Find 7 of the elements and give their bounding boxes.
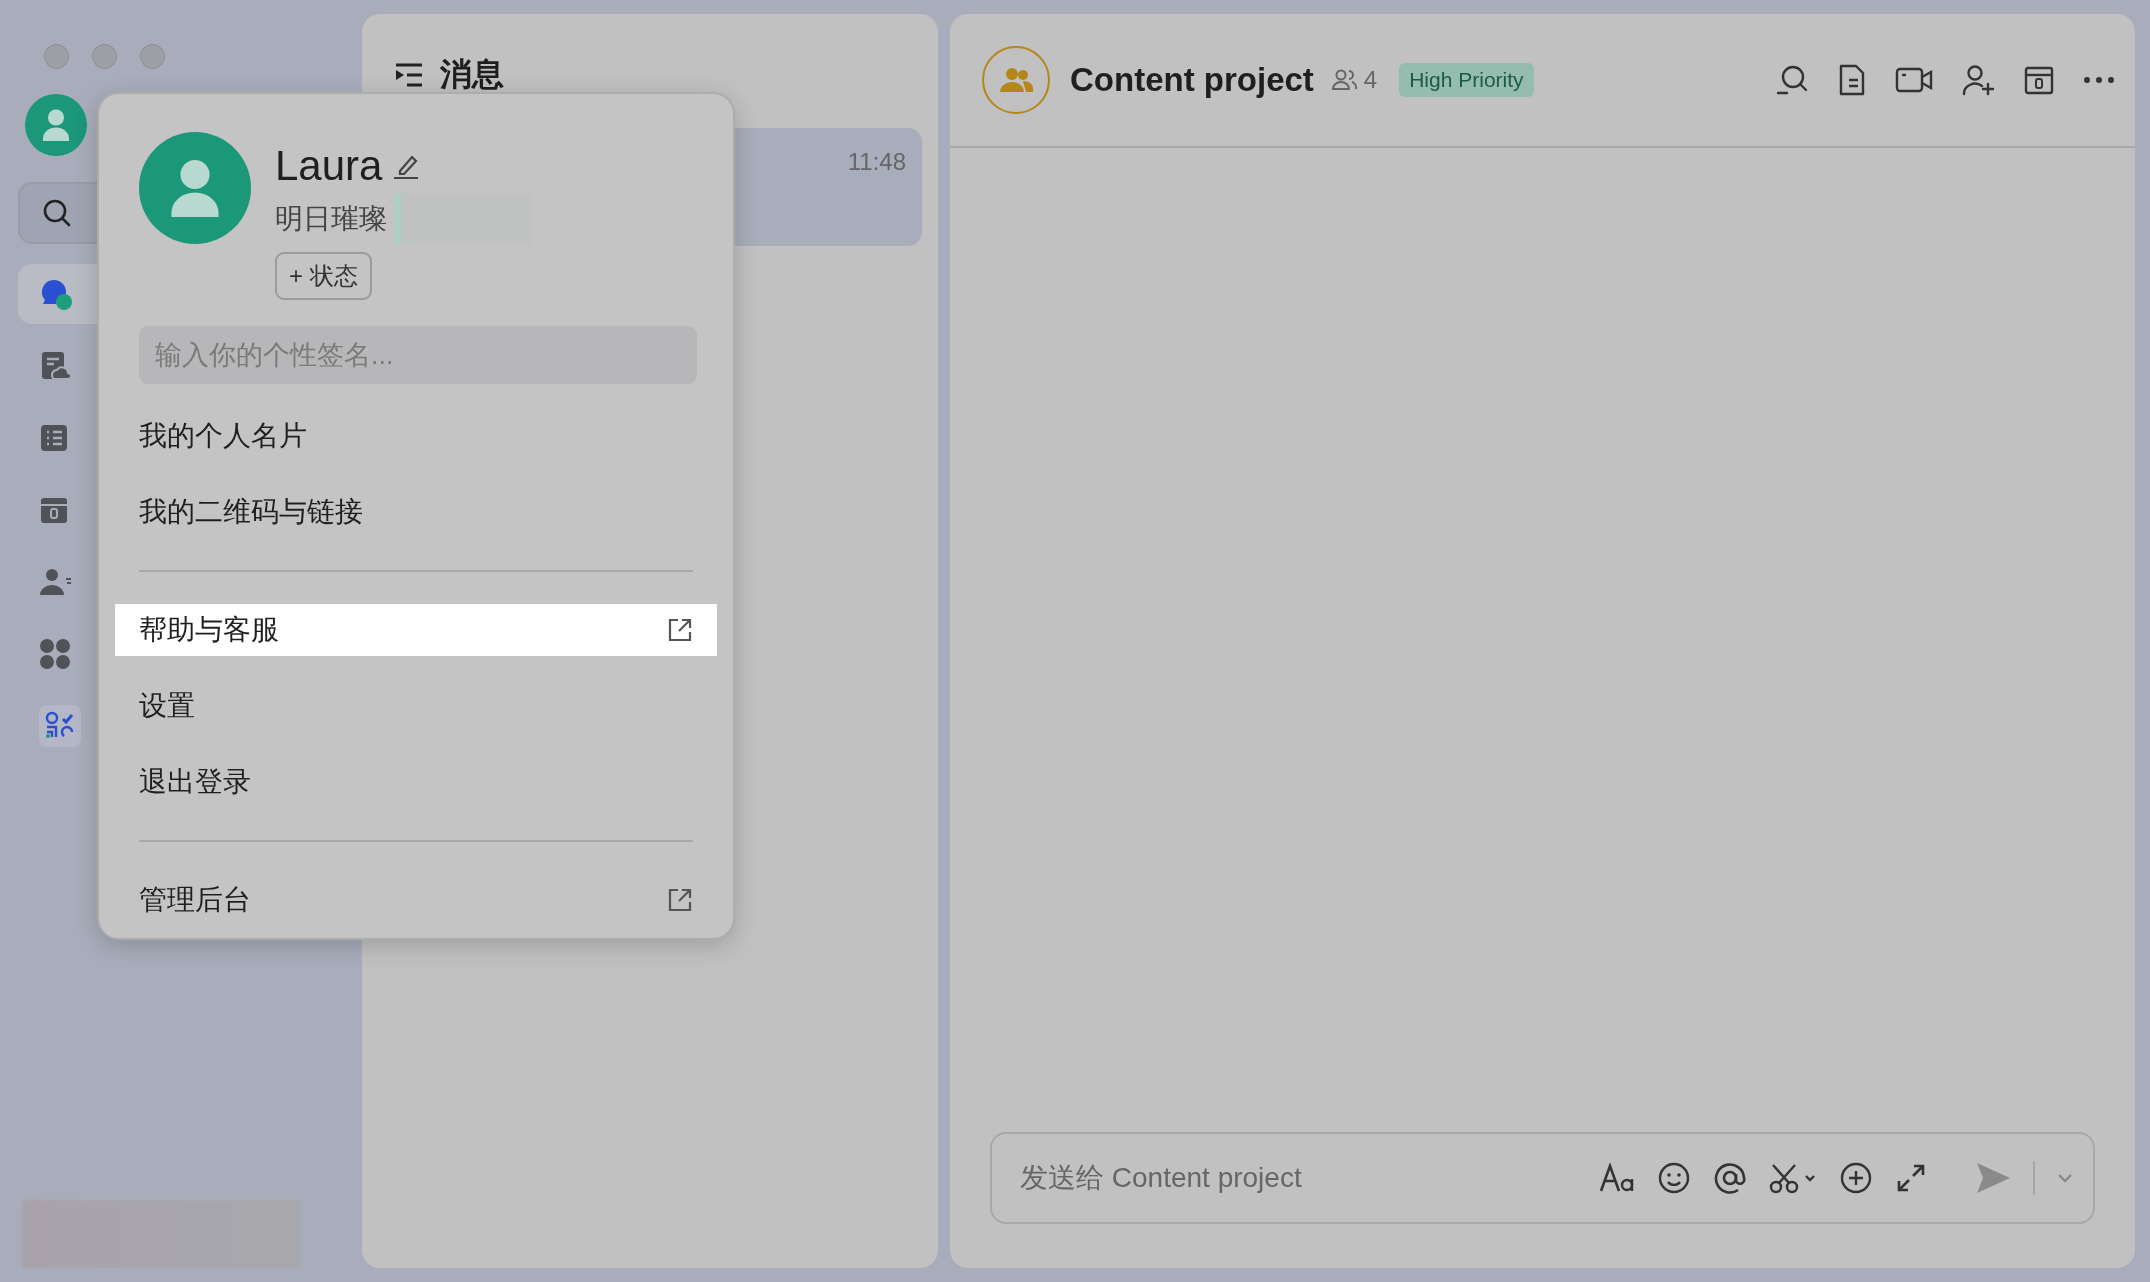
- message-time: 11:48: [847, 148, 906, 177]
- panel-title: 消息: [440, 55, 504, 94]
- priority-tag: High Priority: [1399, 63, 1534, 97]
- profile-subtitle: 明日璀璨: [275, 202, 387, 236]
- chat-title: Content project: [1070, 61, 1314, 99]
- profile-name: Laura: [275, 142, 383, 190]
- member-count: 4: [1363, 66, 1378, 94]
